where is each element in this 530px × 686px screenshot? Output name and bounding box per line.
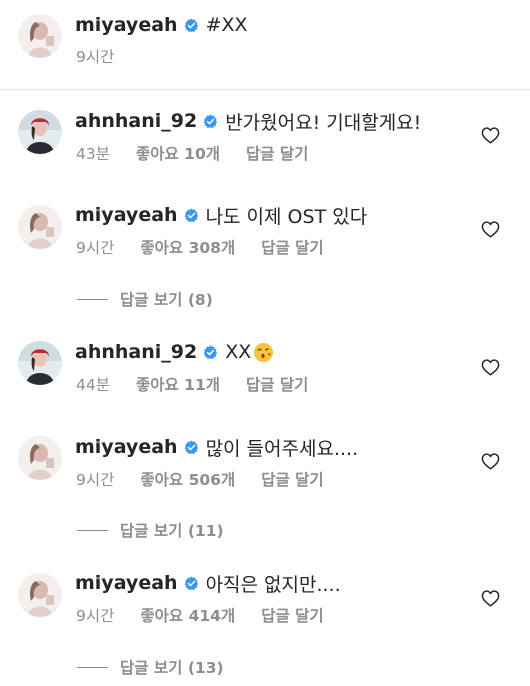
heart-outline-icon[interactable] (481, 590, 500, 607)
avatar[interactable] (18, 573, 62, 617)
view-replies-label: 답글 보기 (8) (120, 291, 213, 309)
heart-outline-icon[interactable] (481, 359, 500, 376)
post-caption: miyayeah #XX 9시간 (0, 0, 530, 89)
comment-time: 43분 (76, 145, 110, 163)
comment-text: 많이 들어주세요.... (205, 437, 359, 460)
comment-likes[interactable]: 좋아요 414개 (140, 604, 235, 626)
comment-text: 나도 이제 OST 있다 (205, 205, 368, 228)
caption-time: 9시간 (76, 48, 115, 66)
comment-likes[interactable]: 좋아요 506개 (140, 468, 235, 490)
kissing-face-emoji (253, 342, 274, 363)
verified-badge-icon (184, 17, 199, 33)
view-replies-label: 답글 보기 (13) (120, 659, 224, 677)
avatar[interactable] (18, 436, 62, 480)
caption-divider (0, 89, 530, 90)
view-replies-rule (77, 529, 108, 531)
comment-username[interactable]: miyayeah (75, 204, 178, 226)
heart-outline-icon[interactable] (481, 221, 500, 238)
verified-badge-icon (203, 113, 218, 129)
view-replies-button[interactable]: 답글 보기 (13) (77, 656, 224, 678)
comment-username[interactable]: ahnhani_92 (75, 110, 197, 132)
view-replies-button[interactable]: 답글 보기 (8) (77, 288, 213, 310)
comment-text: XX (225, 341, 252, 363)
avatar[interactable] (18, 205, 62, 249)
comment-likes[interactable]: 좋아요 11개 (136, 373, 220, 395)
view-replies-label: 답글 보기 (11) (120, 522, 224, 540)
heart-outline-icon[interactable] (481, 453, 500, 470)
comment-text: 아직은 없지만.... (205, 573, 341, 596)
reply-button[interactable]: 답글 달기 (246, 142, 308, 164)
comment-time: 9시간 (76, 239, 115, 257)
comment-likes[interactable]: 좋아요 308개 (140, 236, 235, 258)
comment-time: 9시간 (76, 471, 115, 489)
comment-username[interactable]: miyayeah (75, 572, 178, 594)
view-replies-rule (77, 298, 108, 300)
caption-text: #XX (205, 14, 248, 36)
avatar[interactable] (18, 341, 62, 385)
comment-time: 9시간 (76, 607, 115, 625)
caption-username[interactable]: miyayeah (75, 14, 178, 36)
reply-button[interactable]: 답글 달기 (261, 236, 323, 258)
comment-username[interactable]: ahnhani_92 (75, 341, 197, 363)
comment-username[interactable]: miyayeah (75, 436, 178, 458)
verified-badge-icon (203, 344, 218, 360)
reply-button[interactable]: 답글 달기 (261, 468, 323, 490)
verified-badge-icon (184, 575, 199, 591)
comment-likes[interactable]: 좋아요 10개 (136, 142, 220, 164)
heart-outline-icon[interactable] (481, 127, 500, 144)
reply-button[interactable]: 답글 달기 (246, 373, 308, 395)
comment-time: 44분 (76, 376, 110, 394)
avatar[interactable] (18, 110, 62, 154)
comment-text: 반가웠어요! 기대할게요! (225, 111, 422, 134)
view-replies-rule (77, 666, 108, 668)
avatar[interactable] (18, 14, 62, 58)
verified-badge-icon (184, 207, 199, 223)
view-replies-button[interactable]: 답글 보기 (11) (77, 519, 224, 541)
verified-badge-icon (184, 439, 199, 455)
reply-button[interactable]: 답글 달기 (261, 604, 323, 626)
